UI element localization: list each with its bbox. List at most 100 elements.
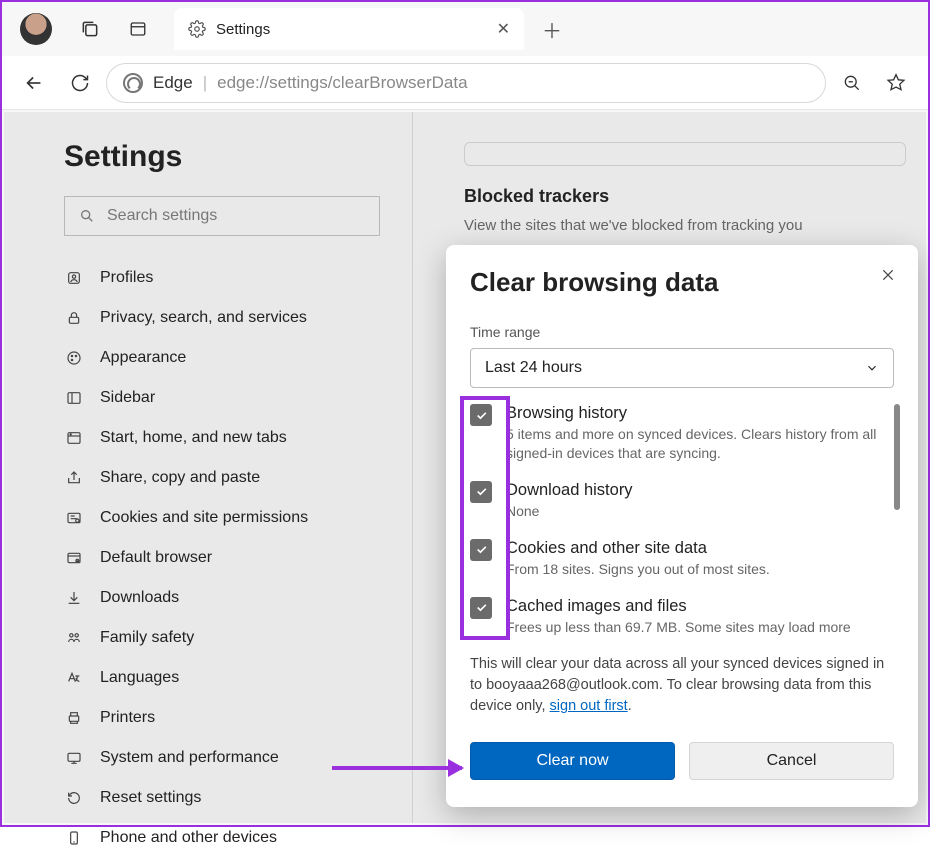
- checkbox[interactable]: [470, 539, 492, 561]
- sidebar-item-label: Family safety: [100, 629, 194, 647]
- checkbox[interactable]: [470, 481, 492, 503]
- settings-main: Blocked trackers View the sites that we'…: [444, 112, 926, 264]
- tab-title: Settings: [216, 21, 487, 38]
- home-icon: [64, 430, 84, 446]
- option-title: Cookies and other site data: [506, 539, 770, 558]
- chevron-down-icon: [865, 361, 879, 375]
- new-tab-button[interactable]: ＋: [532, 9, 572, 49]
- sidebar-item-label: Languages: [100, 669, 179, 687]
- option-description: None: [506, 502, 633, 521]
- checkbox[interactable]: [470, 597, 492, 619]
- titlebar: Settings ✕ ＋: [2, 2, 928, 56]
- option-description: Frees up less than 69.7 MB. Some sites m…: [506, 618, 851, 637]
- clear-now-button[interactable]: Clear now: [470, 742, 675, 780]
- browser-tab[interactable]: Settings ✕: [174, 8, 524, 50]
- sidebar-item-reset[interactable]: Reset settings: [64, 778, 412, 818]
- sidebar-item-label: Appearance: [100, 349, 186, 367]
- collections-icon[interactable]: [70, 9, 110, 49]
- sign-out-link[interactable]: sign out first: [550, 698, 628, 714]
- perf-icon: [64, 750, 84, 766]
- sidebar-item-lock[interactable]: Privacy, search, and services: [64, 298, 412, 338]
- sidebar-item-phone[interactable]: Phone and other devices: [64, 818, 412, 858]
- tab-close-button[interactable]: ✕: [497, 19, 510, 39]
- zoom-icon[interactable]: [832, 63, 872, 103]
- option-title: Download history: [506, 481, 633, 500]
- toolbar: Edge | edge://settings/clearBrowserData: [2, 56, 928, 110]
- sidebar-item-printer[interactable]: Printers: [64, 698, 412, 738]
- blocked-trackers-sub: View the sites that we've blocked from t…: [464, 217, 906, 234]
- checkbox[interactable]: [470, 404, 492, 426]
- sidebar-item-family[interactable]: Family safety: [64, 618, 412, 658]
- sidebar-item-cookie[interactable]: Cookies and site permissions: [64, 498, 412, 538]
- browser-icon: [64, 550, 84, 566]
- sidebar-item-label: Default browser: [100, 549, 212, 567]
- data-type-option: Browsing history 5 items and more on sync…: [470, 404, 884, 463]
- sidebar-item-perf[interactable]: System and performance: [64, 738, 412, 778]
- phone-icon: [64, 830, 84, 846]
- reset-icon: [64, 790, 84, 806]
- data-type-option: Cached images and files Frees up less tha…: [470, 597, 884, 637]
- option-title: Browsing history: [506, 404, 884, 423]
- time-range-value: Last 24 hours: [485, 359, 582, 377]
- option-description: 5 items and more on synced devices. Clea…: [506, 425, 884, 463]
- search-placeholder: Search settings: [107, 207, 217, 225]
- sidebar-item-label: Privacy, search, and services: [100, 309, 307, 327]
- option-title: Cached images and files: [506, 597, 851, 616]
- url-separator: |: [203, 73, 207, 93]
- footnote-text: This will clear your data across all you…: [470, 656, 884, 714]
- sidebar-item-profile[interactable]: Profiles: [64, 258, 412, 298]
- edge-icon: [123, 73, 143, 93]
- profile-avatar[interactable]: [20, 13, 52, 45]
- sidebar-item-home[interactable]: Start, home, and new tabs: [64, 418, 412, 458]
- search-settings-input[interactable]: Search settings: [64, 196, 380, 236]
- sidebar-item-lang[interactable]: Languages: [64, 658, 412, 698]
- refresh-button[interactable]: [60, 63, 100, 103]
- url-host: edge://: [217, 73, 269, 92]
- sidebar-item-label: Reset settings: [100, 789, 201, 807]
- time-range-select[interactable]: Last 24 hours: [470, 348, 894, 388]
- sidebar-item-share[interactable]: Share, copy and paste: [64, 458, 412, 498]
- sidebar-item-label: Cookies and site permissions: [100, 509, 308, 527]
- option-description: From 18 sites. Signs you out of most sit…: [506, 560, 770, 579]
- address-bar[interactable]: Edge | edge://settings/clearBrowserData: [106, 63, 826, 103]
- share-icon: [64, 470, 84, 486]
- cancel-button[interactable]: Cancel: [689, 742, 894, 780]
- search-icon: [79, 208, 95, 224]
- sidebar-item-label: System and performance: [100, 749, 279, 767]
- sidebar-item-label: Start, home, and new tabs: [100, 429, 287, 447]
- lock-icon: [64, 310, 84, 326]
- time-range-label: Time range: [470, 324, 894, 340]
- settings-sidebar: Settings Search settings Profiles Privacy…: [4, 112, 413, 823]
- url-browser-label: Edge: [153, 73, 193, 93]
- dialog-footnote: This will clear your data across all you…: [470, 654, 894, 717]
- sidebar-item-label: Downloads: [100, 589, 179, 607]
- sidebar-item-label: Printers: [100, 709, 155, 727]
- sidebar-item-palette[interactable]: Appearance: [64, 338, 412, 378]
- sidebar-item-browser[interactable]: Default browser: [64, 538, 412, 578]
- sidebar-item-label: Sidebar: [100, 389, 155, 407]
- sidebar-item-label: Share, copy and paste: [100, 469, 260, 487]
- profile-icon: [64, 270, 84, 286]
- favorite-icon[interactable]: [876, 63, 916, 103]
- data-type-option: Download history None: [470, 481, 884, 521]
- lang-icon: [64, 670, 84, 686]
- download-icon: [64, 590, 84, 606]
- tab-actions-icon[interactable]: [118, 9, 158, 49]
- annotation-arrow: [332, 766, 462, 770]
- clear-browsing-data-dialog: Clear browsing data Time range Last 24 h…: [446, 245, 918, 807]
- palette-icon: [64, 350, 84, 366]
- printer-icon: [64, 710, 84, 726]
- sidebar-item-sidebar[interactable]: Sidebar: [64, 378, 412, 418]
- sidebar-item-download[interactable]: Downloads: [64, 578, 412, 618]
- back-button[interactable]: [14, 63, 54, 103]
- settings-heading: Settings: [64, 140, 412, 174]
- dialog-close-button[interactable]: [874, 261, 902, 289]
- family-icon: [64, 630, 84, 646]
- dialog-title: Clear browsing data: [470, 267, 894, 298]
- url-path: settings/clearBrowserData: [269, 73, 467, 92]
- sidebar-icon: [64, 390, 84, 406]
- blocked-trackers-heading: Blocked trackers: [464, 186, 906, 207]
- scrollbar-thumb[interactable]: [894, 404, 900, 510]
- gear-icon: [188, 20, 206, 38]
- sidebar-item-label: Profiles: [100, 269, 153, 287]
